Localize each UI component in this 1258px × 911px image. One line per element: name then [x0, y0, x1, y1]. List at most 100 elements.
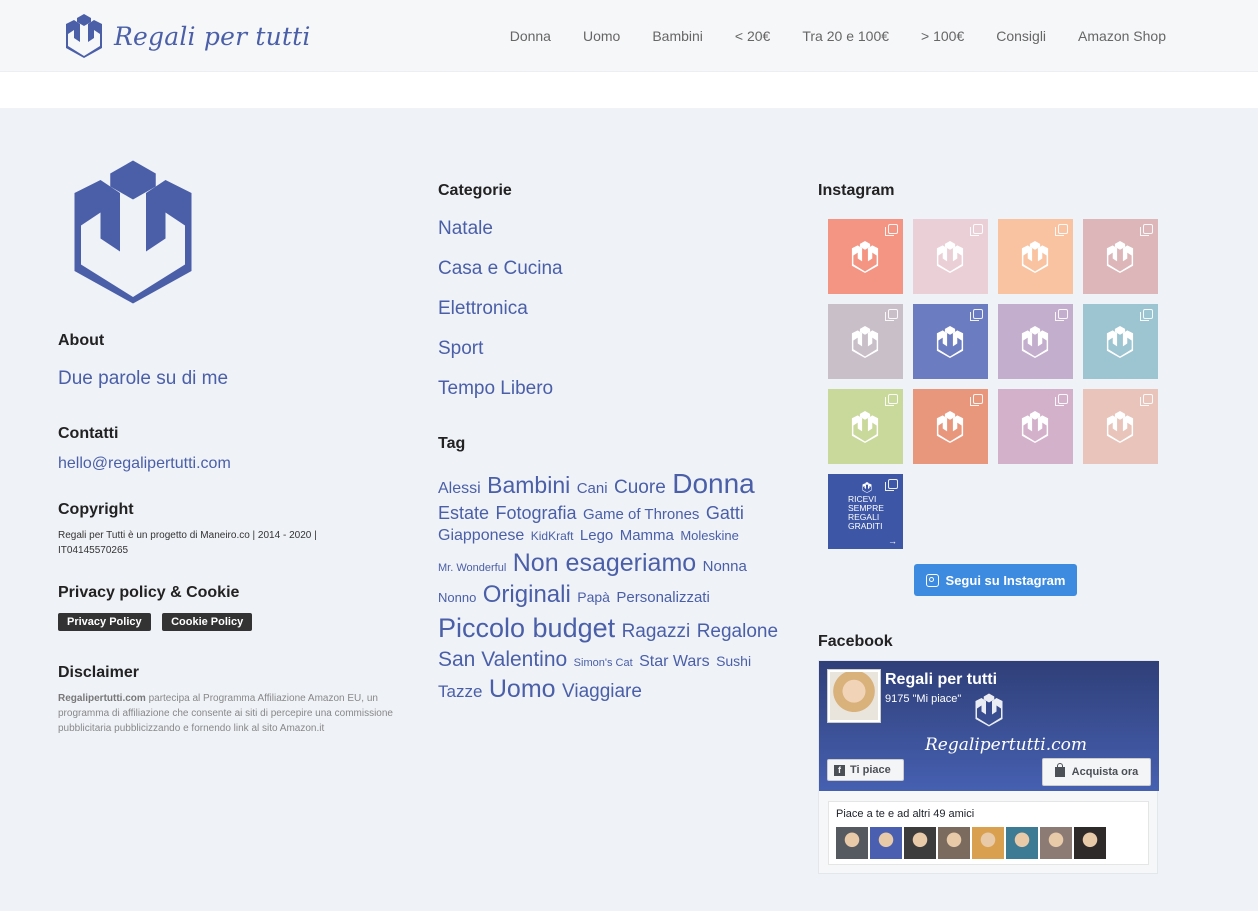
follow-instagram-label: Segui su Instagram [945, 572, 1066, 588]
category-list: Natale Casa e Cucina Elettronica Sport T… [438, 216, 563, 416]
gift-logo-icon [862, 482, 872, 493]
gift-logo-icon [974, 693, 1004, 727]
friend-avatar[interactable] [870, 827, 902, 859]
tag-link[interactable]: Alessi [438, 480, 481, 497]
tag-link[interactable]: Mr. Wonderful [438, 562, 506, 574]
category-link-tempo-libero[interactable]: Tempo Libero [438, 376, 563, 416]
instagram-post-tile[interactable] [998, 304, 1073, 379]
multiple-images-icon [970, 394, 983, 406]
instagram-post-tile[interactable] [998, 389, 1073, 464]
tag-link[interactable]: Nonno [438, 590, 476, 605]
tag-link[interactable]: Tazze [438, 682, 482, 701]
nav-item-amazon-shop[interactable]: Amazon Shop [1078, 28, 1166, 44]
nav-item-uomo[interactable]: Uomo [583, 28, 620, 44]
instagram-post-tile[interactable] [913, 304, 988, 379]
tag-link[interactable]: San Valentino [438, 648, 567, 671]
instagram-post-tile[interactable] [1083, 219, 1158, 294]
tag-link[interactable]: Cani [577, 480, 608, 497]
tag-link[interactable]: KidKraft [531, 529, 574, 543]
brand-home-link[interactable]: Regali per tutti [64, 14, 311, 58]
privacy-policy-button[interactable]: Privacy Policy [58, 613, 151, 631]
multiple-images-icon [1055, 224, 1068, 236]
tag-link[interactable]: Non esageriamo [513, 549, 696, 577]
tag-link[interactable]: Originali [483, 581, 571, 608]
friend-avatar[interactable] [1074, 827, 1106, 859]
friend-avatar[interactable] [836, 827, 868, 859]
tag-link[interactable]: Uomo [489, 675, 556, 703]
instagram-post-tile[interactable] [998, 219, 1073, 294]
site-footer: About Due parole su di me Contatti hello… [0, 108, 1258, 911]
tag-link[interactable]: Personalizzati [616, 589, 709, 606]
category-link-elettronica[interactable]: Elettronica [438, 296, 563, 336]
tag-link[interactable]: Papà [577, 589, 610, 605]
tag-link[interactable]: Mamma [620, 527, 674, 544]
instagram-post-tile[interactable] [1083, 389, 1158, 464]
instagram-post-tile[interactable] [913, 219, 988, 294]
tag-link[interactable]: Game of Thrones [583, 506, 699, 523]
brand-name: Regali per tutti [114, 21, 311, 51]
facebook-page-title[interactable]: Regali per tutti [885, 671, 997, 689]
contact-email-link[interactable]: hello@regalipertutti.com [58, 455, 231, 473]
disclaimer-heading: Disclaimer [58, 664, 139, 681]
gift-logo-icon [68, 160, 198, 304]
facebook-page-avatar[interactable] [827, 669, 881, 723]
tag-link[interactable]: Giapponese [438, 527, 524, 544]
tag-link[interactable]: Regalone [697, 621, 778, 642]
cookie-policy-button[interactable]: Cookie Policy [162, 613, 253, 631]
instagram-icon [925, 573, 939, 587]
instagram-heading: Instagram [818, 182, 895, 199]
facebook-shop-button[interactable]: Acquista ora [1042, 758, 1151, 786]
instagram-post-tile[interactable] [1083, 304, 1158, 379]
tag-link[interactable]: Estate [438, 503, 489, 523]
follow-instagram-button[interactable]: Segui su Instagram [914, 564, 1077, 596]
gift-logo-icon [1020, 411, 1050, 443]
category-link-sport[interactable]: Sport [438, 336, 563, 376]
instagram-post-tile[interactable] [828, 219, 903, 294]
tag-link[interactable]: Nonna [703, 558, 747, 575]
gift-logo-icon [1020, 326, 1050, 358]
about-heading: About [58, 332, 105, 349]
multiple-images-icon [885, 479, 898, 491]
friend-avatar[interactable] [938, 827, 970, 859]
gift-logo-icon [935, 411, 965, 443]
tag-link[interactable]: Fotografia [495, 503, 576, 523]
facebook-like-button[interactable]: f Ti piace [827, 759, 904, 781]
category-link-casa-cucina[interactable]: Casa e Cucina [438, 256, 563, 296]
nav-item-bambini[interactable]: Bambini [652, 28, 703, 44]
nav-item-over-100[interactable]: > 100€ [921, 28, 964, 44]
tag-link[interactable]: Cuore [614, 477, 666, 498]
gift-logo-icon [1105, 326, 1135, 358]
friends-like-text: Piace a te e ad altri 49 amici [836, 808, 975, 820]
tag-link[interactable]: Piccolo budget [438, 613, 615, 643]
instagram-post-tile[interactable] [913, 389, 988, 464]
tag-link[interactable]: Lego [580, 527, 613, 544]
tag-link[interactable]: Viaggiare [562, 681, 642, 702]
nav-item-consigli[interactable]: Consigli [996, 28, 1046, 44]
nav-item-donna[interactable]: Donna [510, 28, 551, 44]
tag-link[interactable]: Simon's Cat [574, 657, 633, 669]
instagram-post-tile[interactable] [828, 389, 903, 464]
nav-item-under-20[interactable]: < 20€ [735, 28, 770, 44]
tag-link[interactable]: Sushi [716, 653, 751, 669]
friend-avatar[interactable] [1006, 827, 1038, 859]
about-link[interactable]: Due parole su di me [58, 368, 228, 390]
tag-link[interactable]: Bambini [487, 472, 570, 498]
multiple-images-icon [1140, 309, 1153, 321]
tags-heading: Tag [438, 435, 466, 452]
facebook-cover[interactable]: Regali per tutti 9175 "Mi piace" Regalip… [819, 661, 1159, 791]
nav-item-20-100[interactable]: Tra 20 e 100€ [802, 28, 889, 44]
friend-avatar[interactable] [1040, 827, 1072, 859]
tag-link[interactable]: Donna [672, 468, 755, 499]
instagram-promo-tile[interactable]: RICEVI SEMPRE REGALI GRADITI → [828, 474, 903, 549]
instagram-post-tile[interactable] [828, 304, 903, 379]
friend-avatar[interactable] [972, 827, 1004, 859]
content-stripe [0, 72, 1258, 108]
tag-link[interactable]: Ragazzi [622, 621, 691, 642]
tag-link[interactable]: Gatti [706, 503, 744, 523]
facebook-heading: Facebook [818, 633, 893, 650]
tag-link[interactable]: Moleskine [680, 528, 739, 543]
category-link-natale[interactable]: Natale [438, 216, 563, 256]
tag-link[interactable]: Star Wars [639, 653, 710, 670]
friend-avatar[interactable] [904, 827, 936, 859]
facebook-cover-script: Regalipertutti.com [925, 735, 1087, 755]
